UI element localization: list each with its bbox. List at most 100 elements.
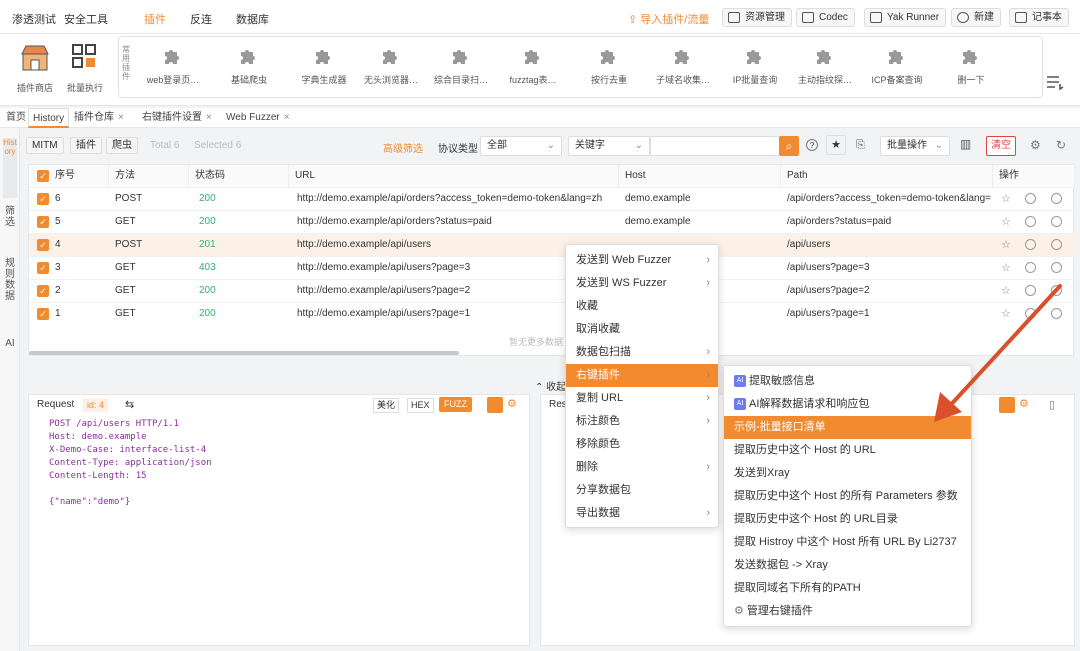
row-checkbox[interactable]: ✓ (37, 285, 49, 297)
context-menu-item[interactable]: 收藏 (566, 295, 718, 318)
yak-runner-button[interactable]: Yak Runner (864, 8, 947, 27)
table-row[interactable]: ✓ 1 GET 200 http://demo.example/api/users?pa… (29, 302, 1075, 325)
context-menu-item[interactable]: 取消收藏 (566, 318, 718, 341)
advanced-filter-link[interactable]: 高级筛选 (383, 140, 423, 155)
submenu-item[interactable]: ⚙ 管理右键插件 (724, 600, 971, 623)
plugin-item[interactable]: 按行去重 (573, 45, 645, 86)
plugin-item[interactable]: fuzztag表… (497, 45, 569, 86)
plugin-item[interactable]: 无头浏览器… (355, 45, 427, 86)
clear-button[interactable]: 清空 (986, 136, 1016, 156)
submenu-item[interactable]: 提取同域名下所有的PATH (724, 577, 971, 600)
nav-item-database[interactable]: 数据库 (236, 11, 269, 27)
star-icon[interactable]: ☆ (1001, 192, 1011, 205)
keyword-select[interactable]: 关键字 ⌄ (568, 136, 650, 156)
plugin-store-button[interactable]: 插件商店 (10, 42, 60, 94)
plugin-item[interactable]: 基础爬虫 (213, 45, 285, 86)
tab-context-plugin-settings[interactable]: 右键插件设置 × (138, 108, 216, 128)
send-icon[interactable] (1051, 193, 1062, 204)
row-checkbox[interactable]: ✓ (37, 239, 49, 251)
new-button[interactable]: 新建 (951, 8, 1001, 27)
nav-item-reverse[interactable]: 反连 (190, 11, 212, 27)
header-method[interactable]: 方法 (109, 165, 189, 187)
list-toggle-icon[interactable] (1046, 74, 1064, 90)
submenu-item[interactable]: 提取历史中这个 Host 的所有 Parameters 参数 (724, 485, 971, 508)
plugin-item[interactable]: IP批量查询 (719, 45, 791, 86)
detail-icon[interactable] (1025, 262, 1036, 273)
header-status[interactable]: 状态码 (189, 165, 289, 187)
export-icon[interactable]: ⎘ (856, 139, 865, 152)
context-menu-item[interactable]: 发送到 Web Fuzzer › (566, 249, 718, 272)
header-url[interactable]: URL (289, 165, 619, 187)
fuzz-button[interactable]: FUZZ (439, 397, 472, 412)
rail-ai[interactable]: AI (3, 338, 17, 364)
send-icon[interactable] (1051, 239, 1062, 250)
codec-button[interactable]: Codec (796, 8, 855, 27)
detail-icon[interactable] (1025, 239, 1036, 250)
link-icon[interactable]: ⇆ (125, 398, 134, 411)
context-menu-item[interactable]: 发送到 WS Fuzzer › (566, 272, 718, 295)
star-icon[interactable]: ☆ (1001, 238, 1011, 251)
tab-web-fuzzer[interactable]: Web Fuzzer × (222, 108, 294, 128)
send-icon[interactable] (1051, 216, 1062, 227)
table-row[interactable]: ✓ 5 GET 200 http://demo.example/api/orders?s… (29, 210, 1075, 233)
submenu-item[interactable]: 发送到Xray (724, 462, 971, 485)
plugin-item[interactable]: 删一下 (935, 45, 1007, 86)
notes-button[interactable]: 记事本 (1009, 8, 1069, 27)
close-icon[interactable]: × (284, 112, 290, 123)
settings-icon[interactable]: ⚙ (507, 397, 517, 410)
row-checkbox[interactable]: ✓ (37, 193, 49, 205)
plugin-item[interactable]: 字典生成器 (288, 45, 360, 86)
plugin-item[interactable]: 主动指纹探… (789, 45, 861, 86)
crawler-filter[interactable]: 爬虫 (106, 137, 138, 154)
mitm-filter[interactable]: MITM (26, 137, 64, 154)
close-icon[interactable]: × (118, 112, 124, 123)
refresh-icon[interactable]: ↻ (1056, 138, 1066, 152)
settings-icon[interactable]: ⚙ (1030, 138, 1041, 152)
table-row[interactable]: ✓ 4 POST 201 http://demo.example/api/users/a… (29, 233, 1075, 256)
row-checkbox[interactable]: ✓ (37, 262, 49, 274)
collapse-toggle[interactable]: ⌃ 收起 (535, 378, 566, 393)
submenu-item[interactable]: 提取历史中这个 Host 的 URL目录 (724, 508, 971, 531)
submenu-item[interactable]: 发送数据包 -> Xray (724, 554, 971, 577)
columns-icon[interactable]: ▥ (960, 137, 971, 151)
context-menu-item[interactable]: 导出数据 › (566, 502, 718, 525)
batch-execute-button[interactable]: 批量执行 (60, 42, 110, 94)
search-icon[interactable]: ⌕ (779, 136, 799, 156)
context-menu-item[interactable]: 右键插件 › (566, 364, 718, 387)
plugin-filter[interactable]: 插件 (70, 137, 102, 154)
star-icon[interactable]: ☆ (1001, 215, 1011, 228)
rail-history[interactable]: History (3, 138, 17, 198)
star-icon[interactable]: ★ (826, 135, 846, 155)
select-all-checkbox[interactable]: ✓ (37, 170, 49, 182)
tab-home[interactable]: 首页 (2, 108, 30, 128)
protocol-select[interactable]: 全部 ⌄ (480, 136, 562, 156)
plugin-item[interactable]: web登录页… (137, 45, 209, 86)
horizontal-scrollbar[interactable] (29, 351, 459, 355)
hex-button[interactable]: HEX (407, 398, 434, 413)
row-checkbox[interactable]: ✓ (37, 216, 49, 228)
header-id[interactable]: ✓ 序号 (29, 165, 109, 187)
header-path[interactable]: Path (781, 165, 993, 187)
context-menu-item[interactable]: 删除 › (566, 456, 718, 479)
beautify-button[interactable]: 美化 (373, 398, 400, 413)
context-menu-item[interactable]: 数据包扫描 › (566, 341, 718, 364)
header-host[interactable]: Host (619, 165, 781, 187)
row-checkbox[interactable]: ✓ (37, 308, 49, 320)
submenu-item[interactable]: 提取历史中这个 Host 的 URL (724, 439, 971, 462)
table-row[interactable]: ✓ 3 GET 403 http://demo.example/api/users?pa… (29, 256, 1075, 279)
rail-rule-data[interactable]: 规则数据 (3, 258, 17, 314)
context-menu-item[interactable]: 复制 URL › (566, 387, 718, 410)
tab-plugin-repo[interactable]: 插件仓库 × (70, 108, 128, 128)
context-menu-item[interactable]: 分享数据包 (566, 479, 718, 502)
help-icon[interactable]: ? (806, 139, 818, 151)
close-icon[interactable]: × (206, 112, 212, 123)
detail-icon[interactable] (1025, 216, 1036, 227)
context-menu-item[interactable]: 标注颜色 › (566, 410, 718, 433)
send-icon[interactable] (1051, 262, 1062, 273)
detail-icon[interactable] (1025, 193, 1036, 204)
tab-history[interactable]: History (28, 108, 70, 128)
import-plugin-link[interactable]: ⇪ 导入插件/流量 (628, 11, 709, 27)
request-menu-icon[interactable] (487, 397, 503, 413)
table-row[interactable]: ✓ 2 GET 200 http://demo.example/api/users?pa… (29, 279, 1075, 302)
table-row[interactable]: ✓ 6 POST 200 http://demo.example/api/orders?… (29, 187, 1075, 210)
